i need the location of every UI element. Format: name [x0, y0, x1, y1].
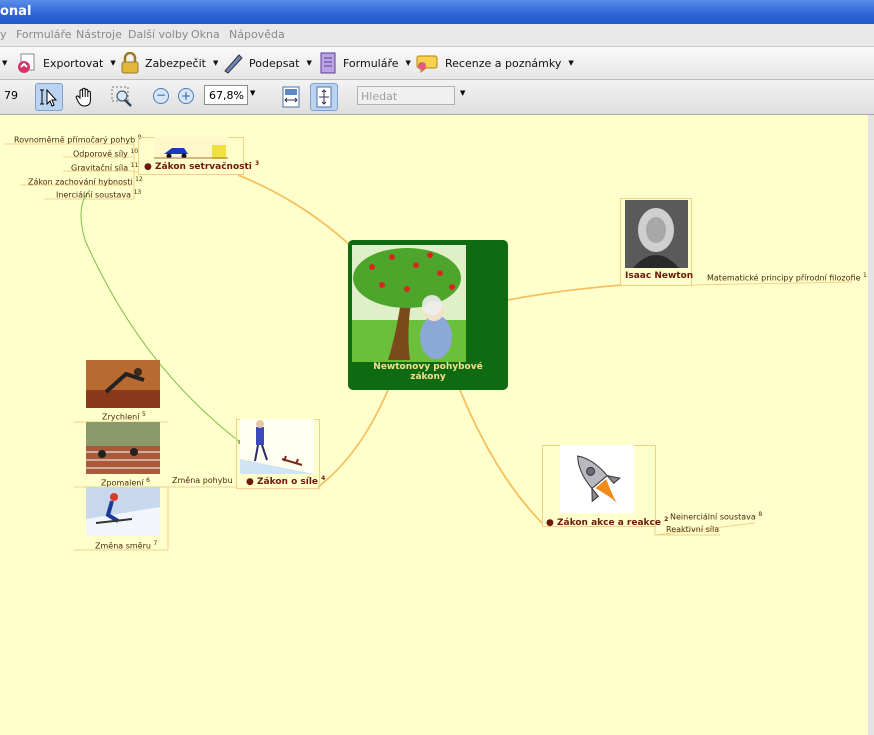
review-button[interactable]: Recenze a poznámky ▼ — [416, 53, 574, 74]
fit-page-icon — [316, 86, 332, 108]
hand-tool-button[interactable] — [71, 83, 99, 111]
fit-page-button[interactable] — [310, 83, 338, 111]
central-topic-label: Newtonovy pohybové zákony — [373, 362, 483, 382]
window-title-bar: onal — [0, 0, 874, 24]
menu-item-forms[interactable]: Formuláře — [16, 28, 72, 41]
task-toolbar: ▼ Exportovat ▼ Zabezpečit ▼ Podepsat ▼ Form… — [0, 47, 874, 80]
menu-item-help[interactable]: Nápověda — [229, 28, 285, 41]
inertia-child-2[interactable]: Odporové síly 10 — [73, 148, 138, 159]
menu-bar: y Formuláře Nástroje Další volby Okna Ná… — [0, 24, 874, 47]
globe-icon: ● — [144, 162, 152, 172]
search-dropdown-arrow[interactable]: ▼ — [460, 89, 465, 97]
chevron-down-icon: ▼ — [568, 59, 574, 67]
zoom-in-button[interactable]: + — [178, 88, 194, 104]
action-child-2[interactable]: Reaktivní síla — [666, 525, 719, 534]
chevron-down-icon: ▼ — [212, 59, 219, 67]
direction-change-node[interactable]: Změna směru 7 — [95, 540, 157, 551]
newton-portrait — [625, 200, 688, 268]
globe-icon: ● — [246, 477, 254, 487]
forms-label: Formuláře — [343, 56, 399, 70]
vertical-scrollbar[interactable] — [868, 115, 874, 735]
branch-newton — [507, 284, 623, 301]
prev-dropdown[interactable]: ▼ — [0, 53, 7, 73]
document-canvas: Rovnoměrně přímočarý pohyb 9 Odporové sí… — [0, 115, 869, 735]
inertia-child-5[interactable]: Inerciální soustava 13 — [56, 189, 141, 200]
force-label[interactable]: ● Zákon o síle 4 — [246, 475, 325, 487]
form-icon — [320, 52, 336, 74]
plus-icon: + — [180, 89, 192, 103]
zoom-out-button[interactable]: − — [153, 88, 169, 104]
acceleration-node[interactable]: Zrychlení 5 — [102, 411, 146, 422]
fit-width-button[interactable] — [277, 83, 305, 111]
action-reaction-label[interactable]: ● Zákon akce a reakce 2 — [546, 516, 668, 528]
sign-label: Podepsat — [249, 56, 300, 70]
marquee-zoom-button[interactable] — [108, 83, 136, 111]
chevron-down-icon: ▼ — [110, 59, 116, 67]
zoom-input[interactable]: 67,8% — [204, 85, 248, 105]
text-cursor-arrow-icon — [40, 88, 58, 107]
race-finish-image — [86, 422, 160, 474]
car-image — [154, 137, 228, 159]
newton-child[interactable]: Matematické principy přírodní filozofie … — [707, 272, 867, 283]
force-child[interactable]: Změna pohybu — [172, 476, 233, 485]
skier-image — [86, 487, 160, 536]
search-input[interactable]: Hledat — [357, 86, 455, 105]
comment-icon — [416, 55, 438, 74]
hand-icon — [75, 87, 91, 107]
forms-button[interactable]: Formuláře ▼ — [318, 52, 411, 74]
sled-image — [240, 419, 314, 474]
padlock-icon — [121, 52, 139, 74]
page-number: 79 — [4, 89, 18, 102]
inertia-label[interactable]: ● Zákon setrvačnosti 3 — [144, 160, 259, 172]
central-topic-node[interactable]: Newtonovy pohybové zákony — [348, 240, 508, 390]
magnifier-icon — [111, 86, 132, 107]
secure-button[interactable]: Zabezpečit ▼ — [120, 52, 219, 74]
sign-button[interactable]: Podepsat ▼ — [222, 53, 312, 74]
select-tool-button[interactable] — [35, 83, 63, 111]
export-button[interactable]: Exportovat ▼ — [16, 53, 116, 73]
fit-width-icon — [282, 86, 300, 108]
menu-item-tools[interactable]: Nástroje — [76, 28, 122, 41]
branch-force — [317, 389, 389, 488]
inertia-child-4[interactable]: Zákon zachování hybnosti 12 — [28, 176, 143, 187]
branch-inertia — [237, 174, 351, 246]
menu-item-view[interactable]: y — [0, 28, 7, 41]
action-child-1[interactable]: Neinerciální soustava 8 — [670, 511, 762, 522]
inertia-child-1[interactable]: Rovnoměrně přímočarý pohyb 9 — [14, 134, 142, 145]
pen-icon — [224, 54, 243, 74]
inertia-child-3[interactable]: Gravitační síla 11 — [71, 162, 138, 173]
export-icon — [18, 53, 35, 73]
newton-label[interactable]: Isaac Newton — [625, 271, 693, 281]
branch-action — [459, 389, 543, 524]
chevron-down-icon: ▼ — [405, 59, 411, 67]
secure-label: Zabezpečit — [145, 56, 206, 70]
minus-icon: − — [155, 88, 167, 102]
review-label: Recenze a poznámky — [445, 56, 562, 70]
menu-item-more-options[interactable]: Další volby — [128, 28, 188, 41]
window-title: onal — [0, 4, 32, 19]
rocket-image — [560, 445, 634, 513]
export-label: Exportovat — [43, 56, 104, 70]
zoom-dropdown-arrow[interactable]: ▼ — [250, 89, 255, 97]
newton-tree-image — [352, 245, 466, 362]
menu-item-windows[interactable]: Okna — [191, 28, 220, 41]
chevron-down-icon: ▼ — [306, 59, 312, 67]
globe-icon: ● — [546, 518, 554, 528]
sprinter-image — [86, 360, 160, 408]
